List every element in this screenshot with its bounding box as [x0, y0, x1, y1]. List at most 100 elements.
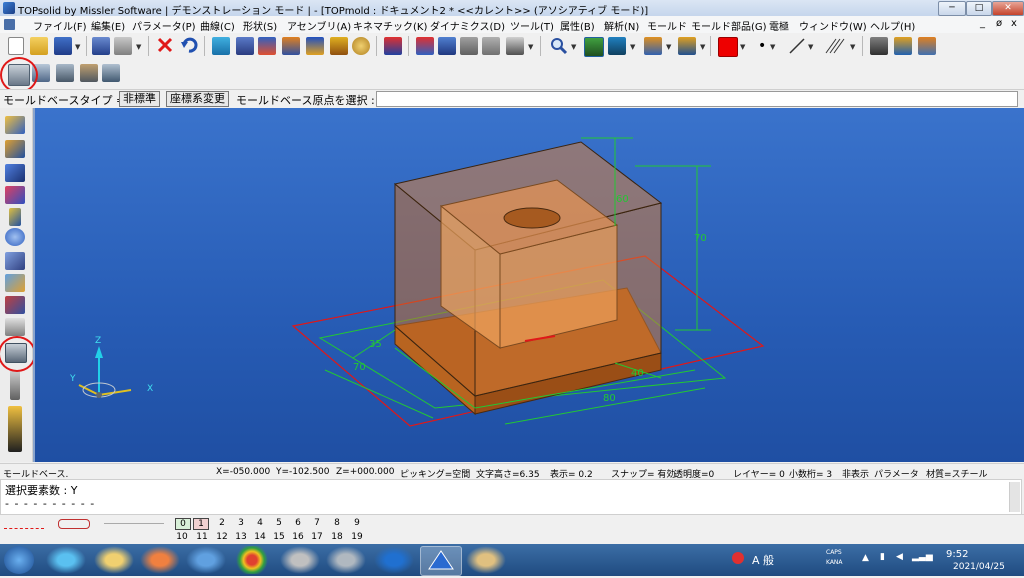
solid-icon[interactable] [5, 164, 25, 182]
layer-10[interactable]: 10 [175, 532, 189, 542]
change-coordinate-button[interactable]: 座標系変更 [166, 91, 229, 107]
maximize-button[interactable]: □ [966, 1, 992, 16]
app-shortcut-icon[interactable] [186, 546, 226, 574]
start-button[interactable] [4, 546, 34, 574]
line-type-box[interactable] [58, 519, 90, 529]
scissors-icon[interactable] [384, 37, 402, 55]
clock-date[interactable]: 2021/04/25 [953, 562, 1005, 572]
menu-attribute[interactable]: 属性(B) [560, 18, 595, 33]
menu-electrode[interactable]: 電極 [769, 18, 789, 33]
layer-12[interactable]: 12 [215, 532, 229, 542]
save-icon[interactable] [54, 37, 72, 55]
tray-signal-icon[interactable]: ▂▃▅ [912, 552, 933, 562]
tray-volume-icon[interactable]: ◀ [896, 552, 903, 562]
paint-icon[interactable] [466, 546, 506, 574]
catalog-icon[interactable] [918, 37, 936, 55]
layer-5[interactable]: 5 [272, 518, 286, 528]
compass-icon[interactable] [438, 37, 456, 55]
info-icon[interactable] [92, 37, 110, 55]
layer-18[interactable]: 18 [330, 532, 344, 542]
part-icon[interactable] [5, 274, 25, 292]
ejector-icon[interactable] [10, 370, 20, 400]
layer-15[interactable]: 15 [272, 532, 286, 542]
layer-17[interactable]: 17 [310, 532, 324, 542]
color-swatch[interactable] [718, 37, 738, 57]
mdi-close-button[interactable]: x [1011, 18, 1017, 29]
menu-dynamics[interactable]: ダイナミクス(D) [430, 18, 505, 33]
mdi-restore-button[interactable]: ø [996, 18, 1002, 29]
prompt-input[interactable] [376, 91, 1018, 107]
camera-icon[interactable] [870, 37, 888, 55]
mold-insert-icon[interactable] [102, 64, 120, 82]
zoom-icon[interactable] [550, 37, 568, 55]
ime-indicator[interactable]: A 般 [752, 552, 774, 568]
zoom-all-icon[interactable] [584, 37, 604, 57]
layer-9[interactable]: 9 [350, 518, 364, 528]
coin-icon[interactable] [352, 37, 370, 55]
notes-icon[interactable] [280, 546, 320, 574]
print-icon[interactable] [114, 37, 132, 55]
menu-analysis[interactable]: 解析(N) [604, 18, 639, 33]
doc-menu-icon[interactable] [4, 19, 15, 30]
hammer-icon[interactable] [282, 37, 300, 55]
line-type-solid[interactable] [104, 523, 164, 524]
layer-19[interactable]: 19 [350, 532, 364, 542]
minimize-button[interactable]: ─ [938, 1, 966, 16]
close-button[interactable]: ✕ [992, 1, 1024, 16]
surface-icon[interactable] [5, 186, 25, 204]
tray-record-icon[interactable] [732, 552, 744, 564]
tool-icon[interactable] [236, 37, 254, 55]
render-icon[interactable] [644, 37, 662, 55]
pin-icon[interactable] [330, 37, 348, 55]
point-style-icon[interactable]: • [758, 38, 766, 54]
sketch-icon[interactable] [506, 37, 524, 55]
refresh-icon[interactable] [212, 37, 230, 55]
layer-3[interactable]: 3 [234, 518, 248, 528]
gear-icon[interactable] [5, 228, 25, 246]
assembly-icon[interactable] [5, 252, 25, 270]
menu-assembly[interactable]: アセンブリ(A) [287, 18, 351, 33]
component-icon[interactable] [5, 296, 25, 314]
explorer-icon[interactable] [94, 546, 134, 574]
layer-2[interactable]: 2 [215, 518, 229, 528]
mdi-minimize-button[interactable]: _ [980, 18, 985, 29]
menu-file[interactable]: ファイル(F) [33, 18, 87, 33]
app-icon[interactable] [3, 2, 15, 14]
menu-parameter[interactable]: パラメータ(P) [132, 18, 196, 33]
menu-tool[interactable]: ツール(T) [510, 18, 554, 33]
menu-window[interactable]: ウィンドウ(W) [799, 18, 867, 33]
undo-icon[interactable] [180, 36, 198, 54]
selection-scrollbar[interactable] [1009, 482, 1020, 512]
curve-icon[interactable] [5, 140, 25, 158]
layer-11[interactable]: 11 [195, 532, 209, 542]
measure-icon[interactable] [416, 37, 434, 55]
view-icon[interactable] [608, 37, 626, 55]
calculator-icon[interactable] [326, 546, 366, 574]
topsolid-badge-icon[interactable] [8, 406, 22, 452]
layer-7[interactable]: 7 [310, 518, 324, 528]
layer-8[interactable]: 8 [330, 518, 344, 528]
layer-16[interactable]: 16 [291, 532, 305, 542]
media-player-icon[interactable] [140, 546, 180, 574]
tray-expand-icon[interactable]: ▲ [862, 553, 869, 563]
pencil-icon[interactable] [5, 116, 25, 134]
menu-mold-parts[interactable]: モールド部品(G) [691, 18, 767, 33]
layer-1[interactable]: 1 [193, 518, 209, 530]
graphics-viewport[interactable]: 60 70 35 70 40 80 Z Y X [33, 108, 1024, 462]
hook-icon[interactable] [482, 37, 500, 55]
menu-mold[interactable]: モールド [647, 18, 687, 33]
cancel-icon[interactable] [156, 36, 174, 54]
menu-curve[interactable]: 曲線(C) [200, 18, 235, 33]
parameters-icon[interactable] [258, 37, 276, 55]
layer-13[interactable]: 13 [234, 532, 248, 542]
topsolid-task-icon[interactable] [420, 546, 462, 576]
new-document-icon[interactable] [8, 37, 24, 55]
tray-network-icon[interactable]: ▮ [880, 552, 885, 562]
mold-eye-icon[interactable] [56, 64, 74, 82]
line-style-icon[interactable] [788, 37, 806, 55]
menu-kinematic[interactable]: キネマチック(K) [353, 18, 427, 33]
layer-0[interactable]: 0 [175, 518, 191, 530]
mold-stack-icon[interactable] [80, 64, 98, 82]
library-icon[interactable] [894, 37, 912, 55]
tube-icon[interactable] [5, 318, 25, 336]
